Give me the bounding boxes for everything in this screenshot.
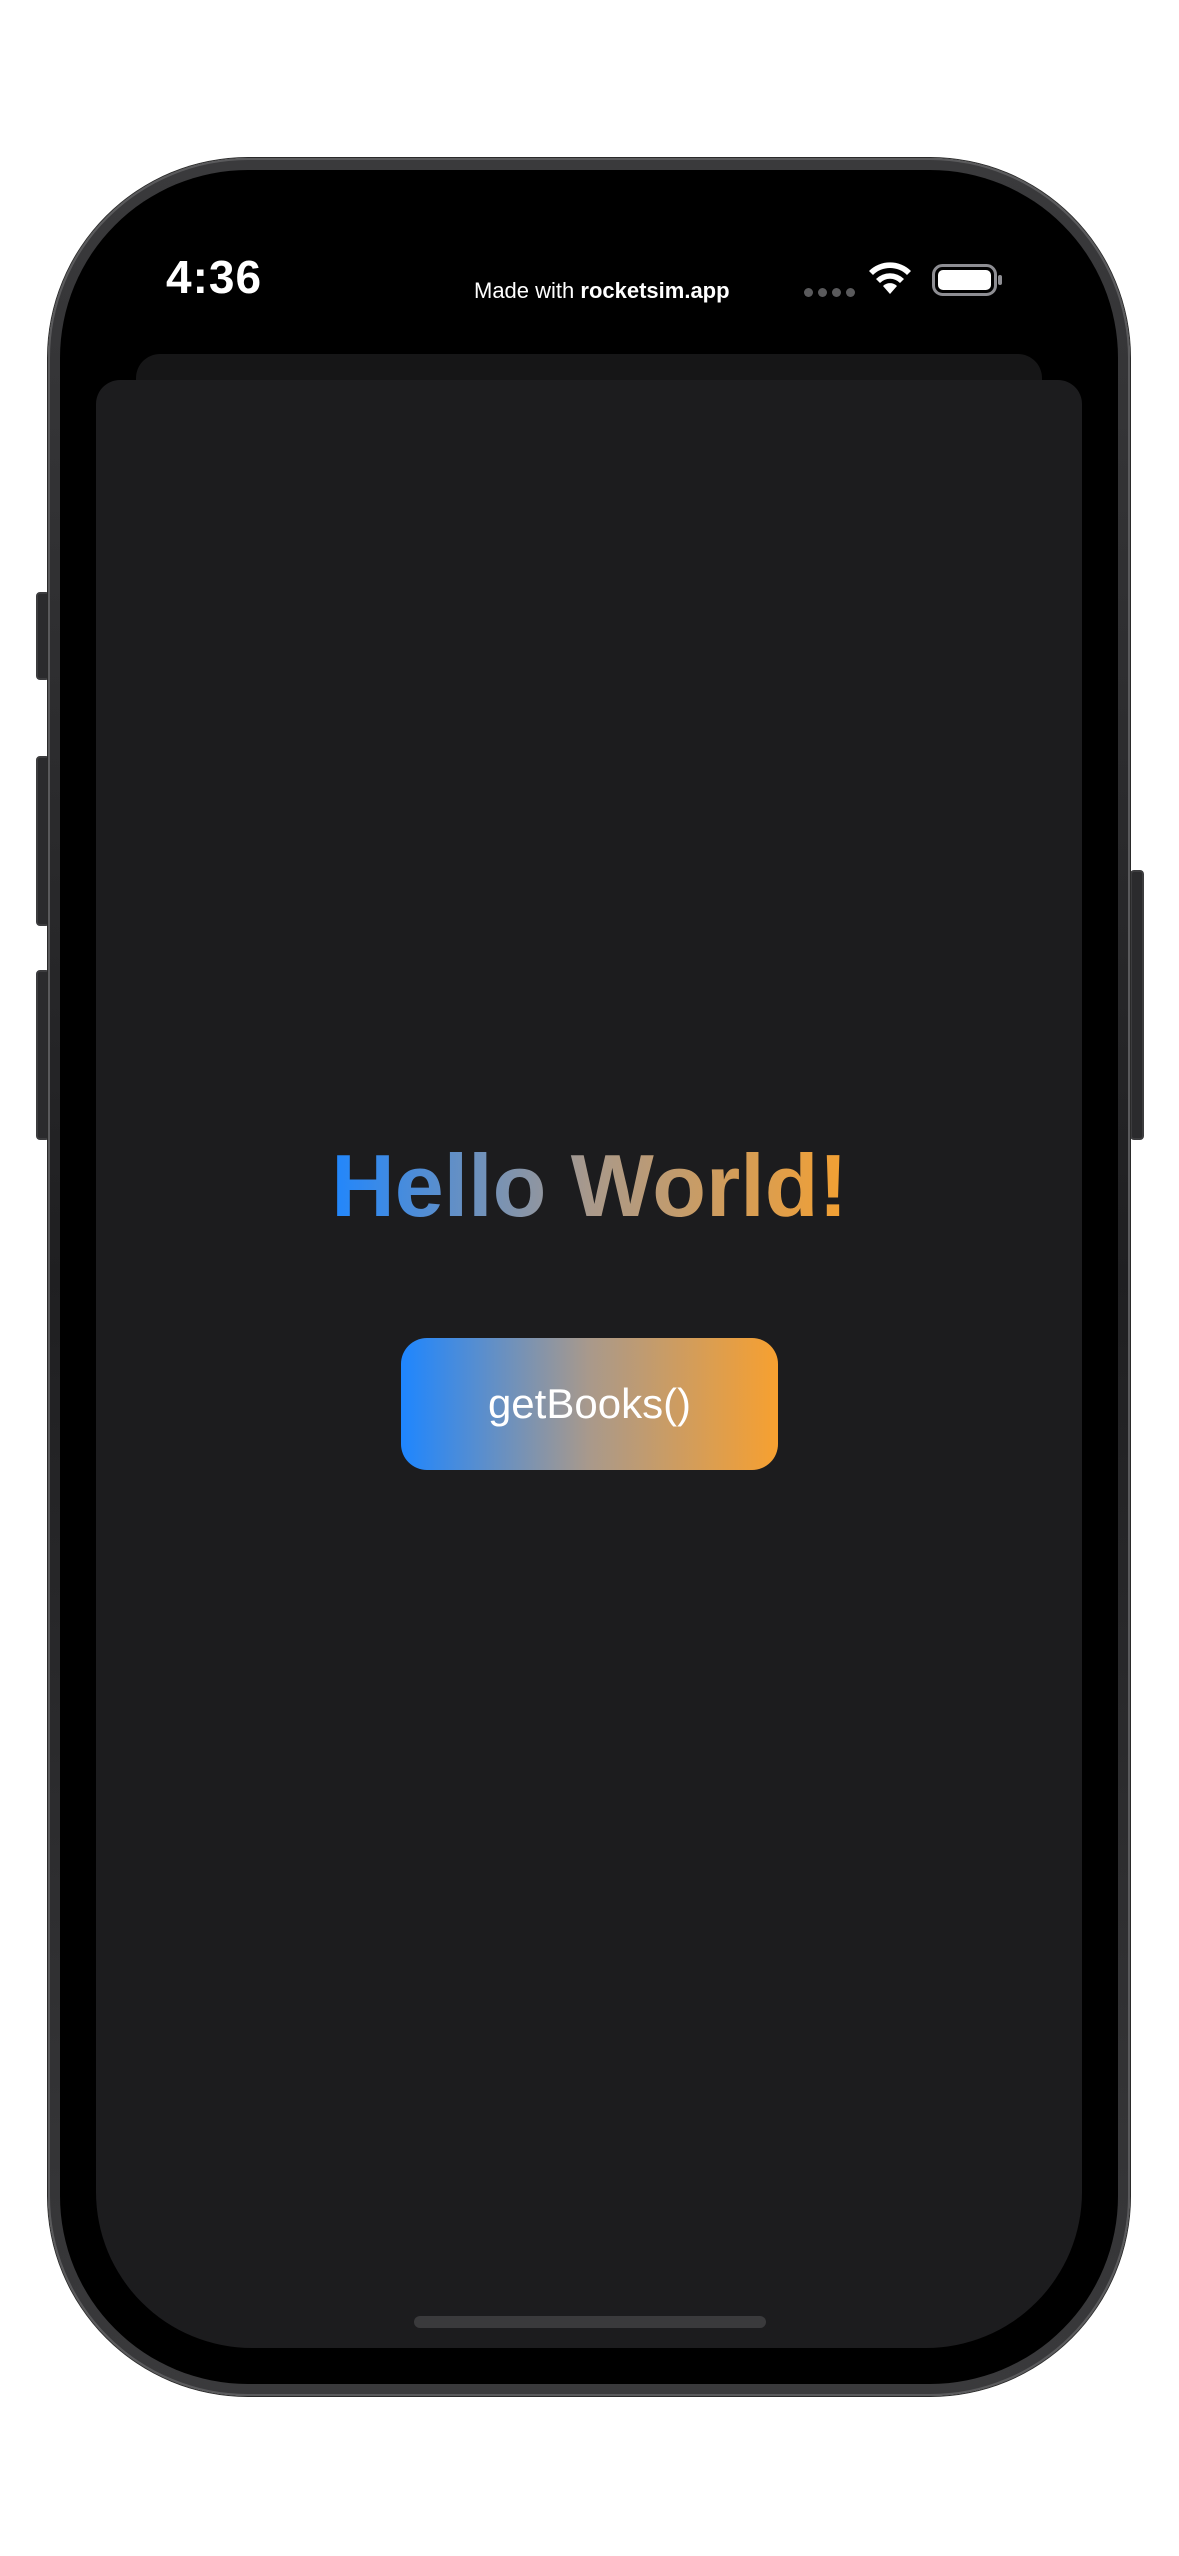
power-button <box>1130 870 1144 1140</box>
status-time: 4:36 <box>166 251 263 303</box>
signal-dot <box>818 288 827 297</box>
simulator-canvas: 4:36 Made with rocketsim.app Hello World… <box>0 0 1179 2556</box>
made-with-label: Made with rocketsim.app <box>474 278 730 304</box>
battery-icon <box>932 264 1002 296</box>
wifi-icon <box>869 262 911 294</box>
made-with-prefix: Made with <box>474 278 581 303</box>
get-books-button[interactable]: getBooks() <box>401 1338 778 1470</box>
signal-dots-icon <box>804 288 855 297</box>
page-title: Hello World! <box>0 1136 1179 1236</box>
hello-world-text: Hello World! <box>327 1136 852 1235</box>
home-indicator[interactable] <box>414 2316 766 2328</box>
signal-dot <box>832 288 841 297</box>
signal-dot <box>804 288 813 297</box>
made-with-brand: rocketsim.app <box>580 278 730 303</box>
signal-dot <box>846 288 855 297</box>
